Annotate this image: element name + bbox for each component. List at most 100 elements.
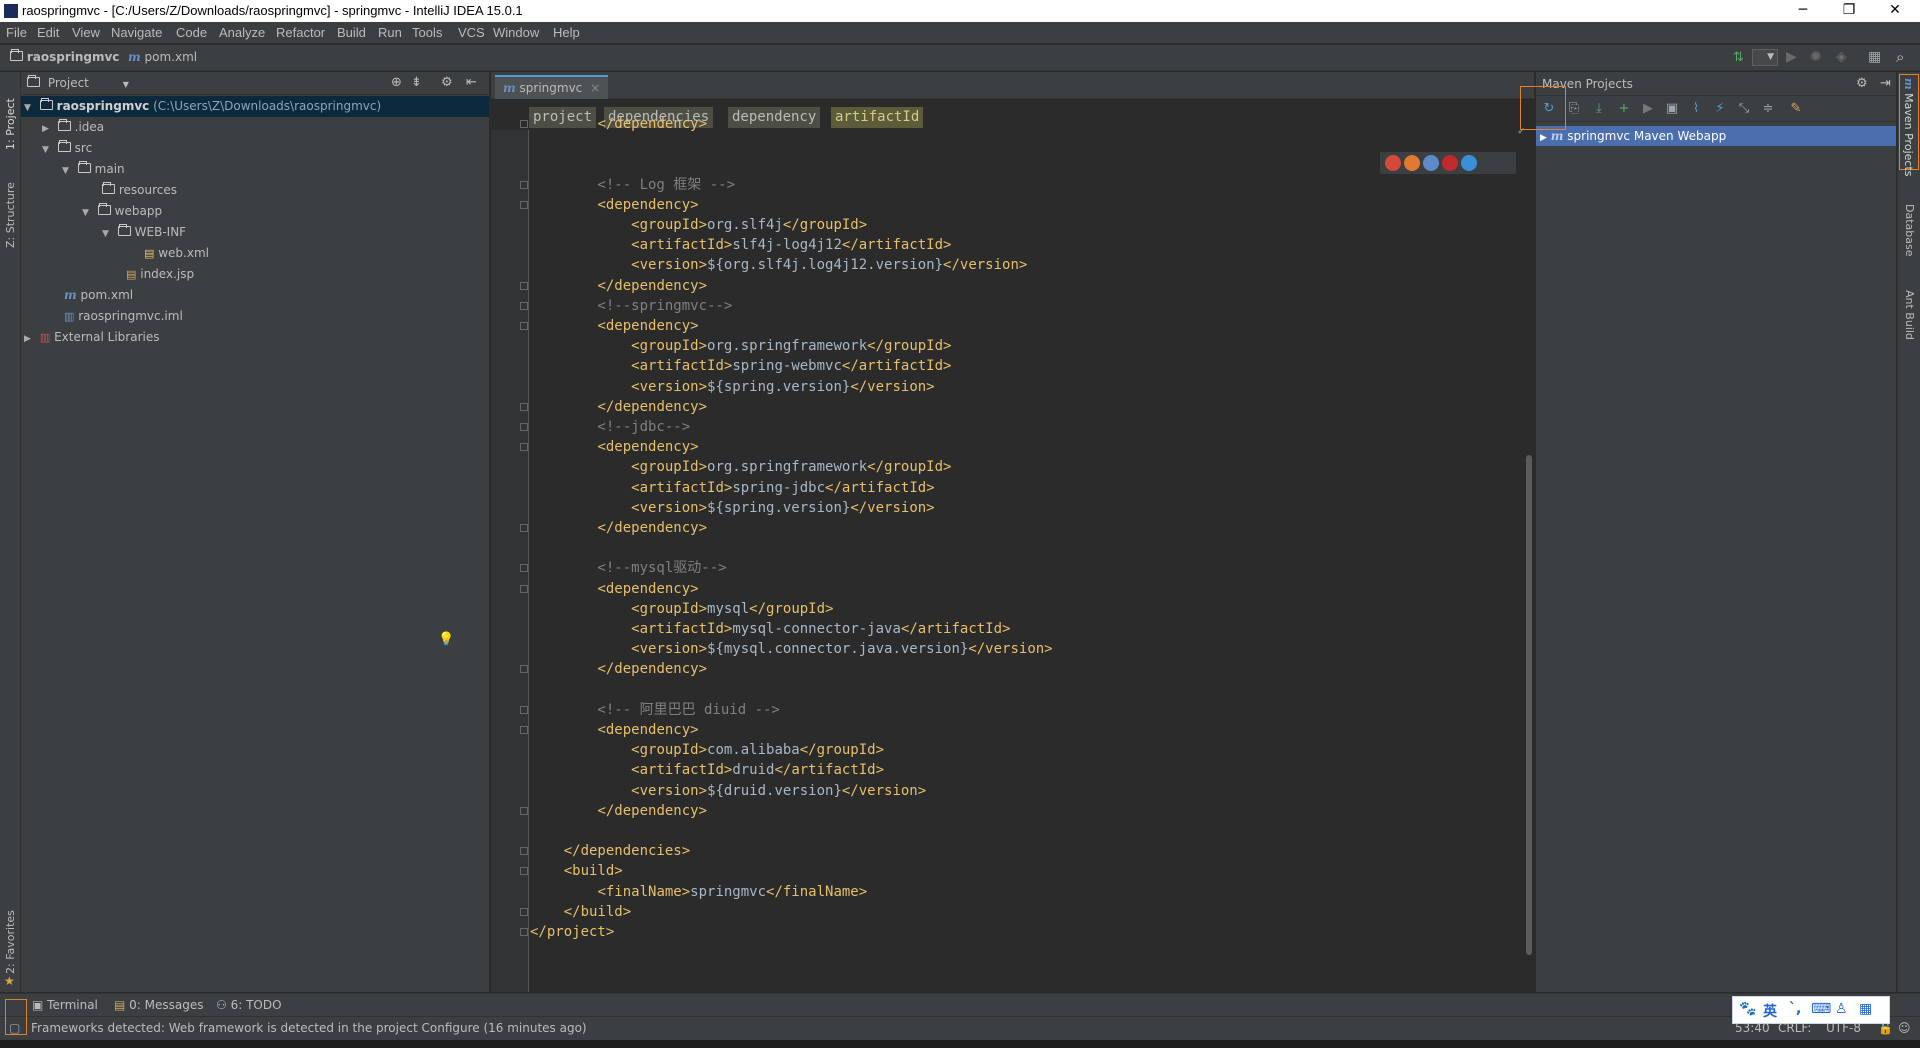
coverage-icon[interactable]: ◈ <box>1836 49 1847 65</box>
menu-refactor[interactable]: Refactor <box>276 25 325 40</box>
fold-marker[interactable] <box>520 443 528 452</box>
fold-marker[interactable] <box>520 847 528 856</box>
tree-item-web-xml[interactable]: ▤ web.xml <box>144 243 209 264</box>
show-dependencies-icon[interactable]: ⤡ <box>1736 101 1752 117</box>
messages-tab[interactable]: ▤ 0: Messages <box>114 998 204 1012</box>
menu-help[interactable]: Help <box>553 25 580 40</box>
todo-tab[interactable]: ⚇ 6: TODO <box>216 998 282 1012</box>
editor-tab-springmvc[interactable]: m springmvc × <box>495 75 609 99</box>
menu-build[interactable]: Build <box>337 25 366 40</box>
fold-marker[interactable] <box>520 301 528 310</box>
fold-marker[interactable] <box>520 200 528 209</box>
tree-item-idea[interactable]: ▶ .idea <box>42 117 104 138</box>
fold-marker[interactable] <box>520 806 528 815</box>
ime-language[interactable]: 英 <box>1763 1001 1777 1021</box>
project-structure-icon[interactable]: ▦ <box>1868 49 1881 65</box>
fold-marker[interactable] <box>520 423 528 431</box>
collapse-all-icon[interactable]: ⇟ <box>411 75 422 90</box>
chrome-icon[interactable] <box>1385 155 1401 171</box>
hide-panel-icon[interactable]: ⇤ <box>466 75 477 90</box>
ime-keyboard-icon[interactable]: ⌨ <box>1811 1001 1831 1017</box>
close-tab-icon[interactable]: × <box>590 81 600 95</box>
restore-button[interactable]: ❐ <box>1826 0 1872 22</box>
editor-scrollbar[interactable] <box>1526 455 1532 955</box>
maven-settings-icon[interactable]: ⚙ <box>1856 72 1868 96</box>
code-editor[interactable]: </dependency> <!-- Log 框架 --> <dependenc… <box>438 116 1530 992</box>
add-project-icon[interactable]: + <box>1616 101 1632 117</box>
maven-hide-icon[interactable]: ⇥ <box>1880 72 1891 96</box>
terminal-tab[interactable]: ▣ Terminal <box>32 998 98 1012</box>
menu-vcs[interactable]: VCS <box>458 25 485 40</box>
minimize-button[interactable]: ─ <box>1780 0 1826 22</box>
tree-item-pom-xml[interactable]: m pom.xml <box>64 285 133 306</box>
project-view-dropdown[interactable]: Project ▼ <box>27 75 129 90</box>
fold-marker[interactable] <box>520 402 528 411</box>
menu-edit[interactable]: Edit <box>37 25 59 40</box>
tool-windows-icon[interactable]: ▢ <box>9 1021 20 1035</box>
maven-settings-edit-icon[interactable]: ✎ <box>1788 101 1804 117</box>
ie-icon[interactable] <box>1461 155 1477 171</box>
menu-navigate[interactable]: Navigate <box>111 25 162 40</box>
firefox-icon[interactable] <box>1404 155 1420 171</box>
fold-marker[interactable] <box>520 281 528 290</box>
fold-marker[interactable] <box>520 120 528 128</box>
settings-gear-icon[interactable]: ⚙ <box>441 75 453 90</box>
build-icon[interactable]: ⇅ <box>1733 50 1744 65</box>
project-tool-tab[interactable]: 1: Project <box>4 80 17 150</box>
search-icon[interactable]: ⌕ <box>1896 48 1904 66</box>
crumb-dependency[interactable]: dependency <box>728 107 821 128</box>
ime-user-icon[interactable]: ♙ <box>1835 1001 1848 1017</box>
structure-tool-tab[interactable]: Z: Structure <box>4 168 17 248</box>
crumb-artifactid[interactable]: artifactId <box>831 107 924 128</box>
execute-goal-icon[interactable]: ▣ <box>1664 101 1680 117</box>
tree-item-src[interactable]: ▼ src <box>42 138 92 159</box>
maven-project-item[interactable]: ▶ m springmvc Maven Webapp <box>1536 126 1896 146</box>
menu-analyze[interactable]: Analyze <box>219 25 265 40</box>
tree-item-main[interactable]: ▼ main <box>62 159 125 180</box>
fold-marker[interactable] <box>520 322 528 330</box>
nav-file-crumb[interactable]: m pom.xml <box>128 50 197 64</box>
menu-window[interactable]: Window <box>493 25 539 40</box>
maven-projects-tool-tab[interactable]: m Maven Projects <box>1902 78 1915 176</box>
fold-marker[interactable] <box>520 180 528 189</box>
close-button[interactable]: ✕ <box>1872 0 1918 22</box>
intention-bulb-icon[interactable]: 💡 <box>438 632 454 647</box>
ime-grid-icon[interactable]: ▦ <box>1859 1001 1872 1017</box>
run-config-dropdown[interactable]: ▼ <box>1752 49 1778 66</box>
debug-icon[interactable]: ✺ <box>1810 49 1822 65</box>
ime-punctuation-icon[interactable]: ˋ, <box>1789 1001 1801 1017</box>
tree-root[interactable]: ▼ raospringmvc (C:\Users\Z\Downloads\rao… <box>21 96 489 117</box>
tree-item-resources[interactable]: resources <box>102 180 177 201</box>
run-icon[interactable]: ▶ <box>1786 49 1797 65</box>
fold-marker[interactable] <box>520 928 528 936</box>
tree-item-index-jsp[interactable]: ▤ index.jsp <box>126 264 194 285</box>
ime-paw-icon[interactable]: 🐾 <box>1739 1001 1756 1017</box>
generate-sources-icon[interactable]: ⎘ <box>1566 101 1582 117</box>
database-tool-tab[interactable]: Database <box>1903 204 1916 257</box>
opera-icon[interactable] <box>1442 155 1458 171</box>
menu-file[interactable]: File <box>6 25 27 40</box>
ant-build-tool-tab[interactable]: Ant Build <box>1903 290 1916 340</box>
fold-marker[interactable] <box>520 867 528 876</box>
fold-marker[interactable] <box>520 584 528 593</box>
tree-item-iml[interactable]: ▥ raospringmvc.iml <box>64 306 183 327</box>
fold-marker[interactable] <box>520 564 528 573</box>
fold-marker[interactable] <box>520 665 528 674</box>
fold-marker[interactable] <box>520 726 528 734</box>
tree-item-external-libraries[interactable]: ▶ ▥ External Libraries <box>24 327 160 348</box>
menu-run[interactable]: Run <box>378 25 402 40</box>
inspector-icon[interactable]: ☺ <box>1898 1021 1911 1035</box>
collapse-all-icon[interactable]: ≑ <box>1760 101 1776 117</box>
safari-icon[interactable] <box>1423 155 1439 171</box>
fold-marker[interactable] <box>520 524 528 532</box>
fold-marker[interactable] <box>520 907 528 916</box>
status-message[interactable]: Frameworks detected: Web framework is de… <box>31 1021 587 1035</box>
fold-marker[interactable] <box>520 705 528 714</box>
skip-tests-icon[interactable]: ⚡ <box>1712 101 1728 117</box>
menu-code[interactable]: Code <box>176 25 207 40</box>
tree-item-web-inf[interactable]: ▼ WEB-INF <box>102 222 186 243</box>
nav-project-crumb[interactable]: raospringmvc <box>10 49 119 64</box>
favorites-tool-tab[interactable]: 2: Favorites <box>4 904 17 974</box>
menu-tools[interactable]: Tools <box>412 25 442 40</box>
tree-item-webapp[interactable]: ▼ webapp <box>82 201 162 222</box>
